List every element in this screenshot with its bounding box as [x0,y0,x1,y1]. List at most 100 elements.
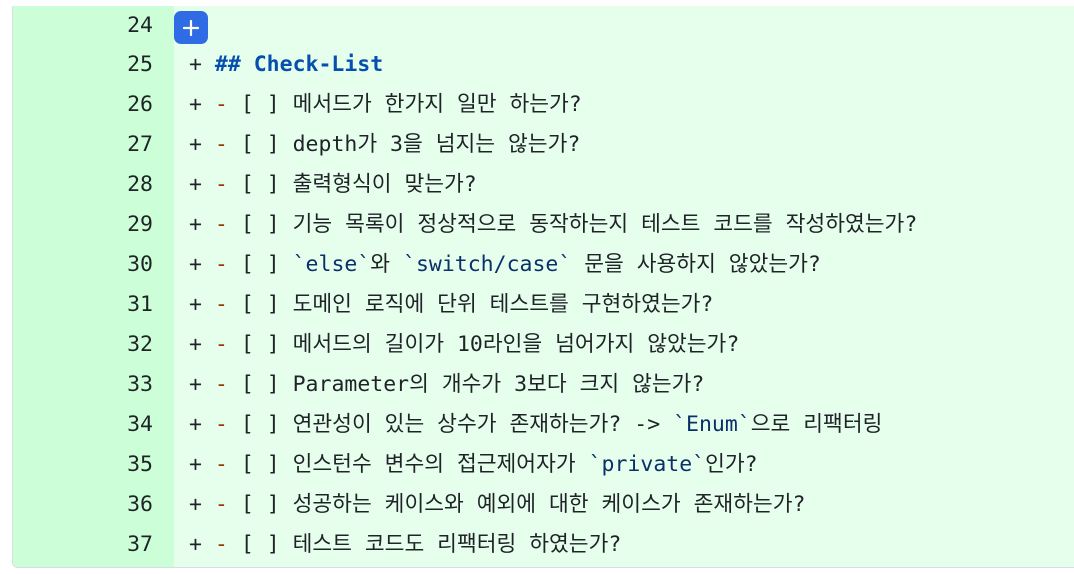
added-marker: + [189,52,202,77]
inline-code-span: `switch/case` [403,252,572,277]
line-text: 메서드의 길이가 10라인을 넘어가지 않았는가? [292,332,740,357]
line-content: + - [ ] 인스턴수 변수의 접근제어자가 `private`인가? [189,445,758,485]
added-marker: + [189,532,202,557]
diff-view: 24 25 + ## Check-List 26 + - [ ] 메서드가 한가지 일만… [12,6,1074,568]
line-content: + - [ ] `else`와 `switch/case` 문을 사용하지 않았… [189,245,821,285]
inline-code-span: `else` [292,252,371,277]
checkbox-marker: [ ] [240,412,280,437]
added-marker: + [189,492,202,517]
line-number[interactable]: 34 [13,405,153,445]
line-text: 연관성이 있는 상수가 존재하는가? -> [292,412,674,437]
line-number[interactable]: 33 [13,365,153,405]
line-text: depth가 3을 넘지는 않는가? [292,132,581,157]
added-marker: + [189,92,202,117]
line-content: + - [ ] 출력형식이 맞는가? [189,165,477,205]
checkbox-marker: [ ] [240,92,280,117]
line-text: 인스턴수 변수의 접근제어자가 [292,452,589,477]
line-text: 문을 사용하지 않았는가? [571,252,821,277]
line-text: 메서드가 한가지 일만 하는가? [292,92,582,117]
added-marker: + [189,332,202,357]
line-content: + ## Check-List [189,45,383,85]
line-number[interactable]: 32 [13,325,153,365]
line-text: 출력형식이 맞는가? [292,172,477,197]
line-content: + - [ ] 연관성이 있는 상수가 존재하는가? -> `Enum`으로 리… [189,405,882,445]
line-content: + - [ ] Parameter의 개수가 3보다 크지 않는가? [189,365,704,405]
list-bullet: - [214,412,228,437]
line-content: + - [ ] 테스트 코드도 리팩터링 하였는가? [189,525,621,565]
list-bullet: - [214,452,228,477]
added-marker: + [189,412,202,437]
line-content: + - [ ] 기능 목록이 정상적으로 동작하는지 테스트 코드를 작성하였는… [189,205,917,245]
line-number[interactable]: 27 [13,125,153,165]
line-text: 와 [370,252,404,277]
line-text: 테스트 코드도 리팩터링 하였는가? [292,532,622,557]
list-bullet: - [214,172,228,197]
line-text: 도메인 로직에 단위 테스트를 구현하였는가? [292,292,714,317]
inline-code-span: `Enum` [673,412,751,437]
added-marker: + [189,172,202,197]
diff-line: 28 + - [ ] 출력형식이 맞는가? [13,165,1074,205]
diff-line: 27 + - [ ] depth가 3을 넘지는 않는가? [13,125,1074,165]
checkbox-marker: [ ] [240,492,280,517]
diff-line: 34 + - [ ] 연관성이 있는 상수가 존재하는가? -> `Enum`으로… [13,405,1074,445]
diff-line: 30 + - [ ] `else`와 `switch/case` 문을 사용하지 … [13,245,1074,285]
diff-line: 24 [13,6,1074,45]
added-marker: + [189,372,202,397]
line-number[interactable]: 25 [13,45,153,85]
diff-line: 33 + - [ ] Parameter의 개수가 3보다 크지 않는가? [13,365,1074,405]
checkbox-marker: [ ] [240,292,280,317]
line-number[interactable]: 26 [13,85,153,125]
list-bullet: - [214,212,228,237]
line-text: 으로 리팩터링 [750,412,883,437]
diff-line: 35 + - [ ] 인스턴수 변수의 접근제어자가 `private`인가? [13,445,1074,485]
diff-line: 26 + - [ ] 메서드가 한가지 일만 하는가? [13,85,1074,125]
added-marker: + [189,252,202,277]
list-bullet: - [214,532,228,557]
line-number[interactable]: 36 [13,485,153,525]
list-bullet: - [214,92,228,117]
diff-line: 32 + - [ ] 메서드의 길이가 10라인을 넘어가지 않았는가? [13,325,1074,365]
line-content: + - [ ] depth가 3을 넘지는 않는가? [189,125,580,165]
diff-line: 37 + - [ ] 테스트 코드도 리팩터링 하였는가? [13,525,1074,565]
line-text: Parameter의 개수가 3보다 크지 않는가? [292,372,705,397]
line-number[interactable]: 24 [13,6,153,45]
list-bullet: - [214,252,228,277]
line-text: 인가? [705,452,758,477]
list-bullet: - [214,332,228,357]
diff-line: 25 + ## Check-List [13,45,1074,85]
checkbox-marker: [ ] [240,132,280,157]
checkbox-marker: [ ] [240,532,280,557]
list-bullet: - [214,132,228,157]
diff-line: 29 + - [ ] 기능 목록이 정상적으로 동작하는지 테스트 코드를 작성하… [13,205,1074,245]
diff-lines: 24 25 + ## Check-List 26 + - [ ] 메서드가 한가지 일만… [13,6,1074,565]
line-number[interactable]: 29 [13,205,153,245]
line-number[interactable]: 31 [13,285,153,325]
line-content: + - [ ] 메서드의 길이가 10라인을 넘어가지 않았는가? [189,325,739,365]
added-marker: + [189,452,202,477]
list-bullet: - [214,292,228,317]
diff-line: 31 + - [ ] 도메인 로직에 단위 테스트를 구현하였는가? [13,285,1074,325]
added-marker: + [189,292,202,317]
line-content: + - [ ] 성공하는 케이스와 예외에 대한 케이스가 존재하는가? [189,485,805,525]
checkbox-marker: [ ] [240,332,280,357]
diff-line: 36 + - [ ] 성공하는 케이스와 예외에 대한 케이스가 존재하는가? [13,485,1074,525]
added-marker: + [189,212,202,237]
line-number[interactable]: 35 [13,445,153,485]
line-text: 기능 목록이 정상적으로 동작하는지 테스트 코드를 작성하였는가? [292,212,918,237]
list-bullet: - [214,492,228,517]
markdown-heading: ## Check-List [214,52,384,77]
line-number[interactable]: 28 [13,165,153,205]
line-text: 성공하는 케이스와 예외에 대한 케이스가 존재하는가? [292,492,806,517]
line-content: + - [ ] 메서드가 한가지 일만 하는가? [189,85,582,125]
inline-code-span: `private` [588,452,706,477]
checkbox-marker: [ ] [240,212,280,237]
line-number[interactable]: 30 [13,245,153,285]
added-marker: + [189,132,202,157]
line-content: + - [ ] 도메인 로직에 단위 테스트를 구현하였는가? [189,285,713,325]
checkbox-marker: [ ] [240,252,280,277]
checkbox-marker: [ ] [240,372,280,397]
line-number[interactable]: 37 [13,525,153,565]
checkbox-marker: [ ] [240,172,280,197]
checkbox-marker: [ ] [240,452,280,477]
list-bullet: - [214,372,228,397]
